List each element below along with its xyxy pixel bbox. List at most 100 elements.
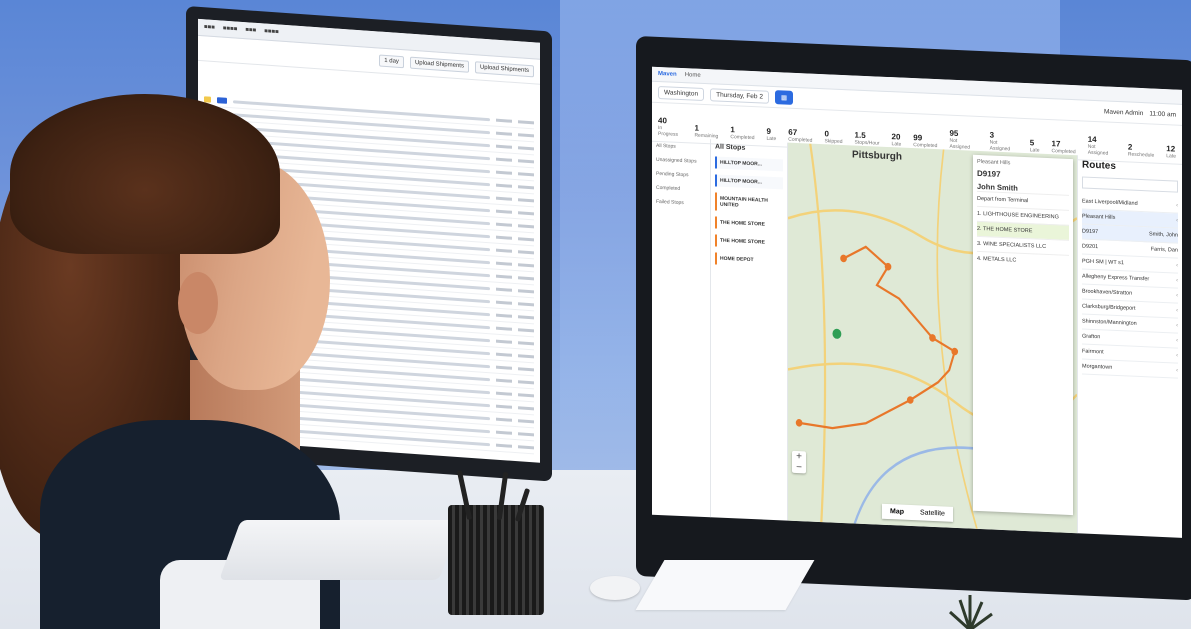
nav-item[interactable]: Unassigned Stops <box>656 157 706 165</box>
row-value <box>496 391 512 396</box>
row-value <box>518 236 534 241</box>
toolbar-button-upload-2[interactable]: Upload Shipments <box>474 61 534 78</box>
route-detail-code: D9197 <box>977 168 1001 179</box>
stat-item: 20 Late <box>892 132 902 147</box>
clock-readout: 11:00 am <box>1149 109 1176 119</box>
route-name: D9197 <box>1082 228 1099 236</box>
row-value <box>518 405 534 410</box>
stat-value: 5 <box>1029 138 1035 148</box>
stat-item: 0 Skipped <box>824 129 842 145</box>
toolbar-button-range[interactable]: 1 day <box>379 54 404 69</box>
route-name: East Liverpool/Midland <box>1082 198 1138 207</box>
chevron-right-icon: ‹ <box>1176 292 1178 299</box>
stop-card-name: THE HOME STORE <box>720 219 765 228</box>
route-stop-item[interactable]: 4. METALS LLC <box>977 250 1069 270</box>
nav-item[interactable]: Failed Stops <box>656 199 706 207</box>
row-value <box>496 326 512 331</box>
row-value <box>496 144 512 149</box>
stat-item: 5 Late <box>1030 138 1040 153</box>
row-value <box>496 222 512 227</box>
nav-item[interactable]: Completed <box>656 185 706 193</box>
zoom-out-icon[interactable]: − <box>792 462 806 474</box>
route-name: D9201 <box>1082 243 1099 251</box>
row-value <box>518 327 534 332</box>
row-value <box>496 235 512 240</box>
row-value <box>518 366 534 371</box>
stop-card[interactable]: THE HOME STORE <box>715 234 783 250</box>
row-value <box>518 353 534 358</box>
right-monitor-screen: Maven Home Washington Thursday, Feb 2 ▦ … <box>652 66 1182 538</box>
row-value <box>518 301 534 306</box>
row-value <box>518 210 534 215</box>
row-value <box>496 313 512 318</box>
dispatch-workspace: All Stops Unassigned Stops Pending Stops Co… <box>652 136 1182 538</box>
nav-item[interactable]: Pending Stops <box>656 171 706 179</box>
apply-filter-button[interactable]: ▦ <box>774 90 794 105</box>
row-value <box>496 300 512 305</box>
map-type-toggle: Map Satellite <box>882 503 953 522</box>
row-value <box>496 365 512 370</box>
row-value <box>518 392 534 397</box>
route-name: Grafton <box>1082 333 1101 341</box>
pen-holder <box>448 505 544 615</box>
row-value <box>496 248 512 253</box>
routes-panel: Routes East Liverpool/Midland ‹ Pleasant H… <box>1077 155 1182 538</box>
row-value <box>518 158 534 163</box>
route-row[interactable]: Morgantown ‹ <box>1082 359 1178 379</box>
row-value <box>518 184 534 189</box>
user-menu[interactable]: Maven Admin <box>1104 108 1143 117</box>
row-value <box>496 209 512 214</box>
stop-card-name: HILLTOP MOOR... <box>720 177 762 186</box>
toolbar-button-upload-1[interactable]: Upload Shipments <box>409 56 469 73</box>
row-value <box>496 261 512 266</box>
stops-list-title: All Stops <box>715 143 746 152</box>
stop-card[interactable]: HILLTOP MOOR... <box>715 156 783 172</box>
app-tab-home[interactable]: Home <box>685 72 701 79</box>
row-value <box>518 119 534 124</box>
computer-mouse <box>590 576 640 600</box>
stat-label: Not Assigned <box>989 139 1011 153</box>
chevron-right-icon: ‹ <box>1176 217 1178 224</box>
route-detail-area: Pleasant Hills <box>977 158 1011 167</box>
right-monitor: Maven Home Washington Thursday, Feb 2 ▦ … <box>636 36 1191 601</box>
region-select[interactable]: Washington <box>658 85 705 101</box>
route-detail-panel: Pleasant Hills D9197 John Smith Depart f… <box>973 154 1073 516</box>
route-name: Allegheny Express Transfer <box>1082 273 1150 283</box>
chevron-right-icon: ‹ <box>1176 307 1178 314</box>
stop-card[interactable]: HILLTOP MOOR... <box>715 174 783 190</box>
stop-card-name: THE HOME STORE <box>720 237 765 246</box>
stat-item: 95 Not Assigned <box>949 129 977 151</box>
route-map[interactable]: Pittsburgh + − Map Satellite Pleasant Hi… <box>788 142 1077 534</box>
zoom-in-icon[interactable]: + <box>792 451 806 463</box>
stop-card[interactable]: HOME DEPOT <box>715 252 783 268</box>
row-value <box>518 314 534 319</box>
date-picker[interactable]: Thursday, Feb 2 <box>710 87 769 104</box>
row-value <box>496 430 512 435</box>
route-name: Fairmont <box>1082 348 1104 356</box>
routes-search-input[interactable] <box>1082 176 1178 193</box>
row-value <box>518 223 534 228</box>
office-scene: ■■■ ■■■■ ■■■ ■■■■ 1 day Upload Shipments Up… <box>0 0 1191 629</box>
route-name: Brookhaven/Stratton <box>1082 288 1133 297</box>
row-value <box>518 444 534 449</box>
stat-label: Not Assigned <box>949 137 971 151</box>
map-type-satellite[interactable]: Satellite <box>912 505 953 522</box>
row-value <box>518 275 534 280</box>
map-type-map[interactable]: Map <box>882 504 912 520</box>
map-zoom-controls[interactable]: + − <box>792 450 806 474</box>
chevron-right-icon: ‹ <box>1176 352 1178 359</box>
row-value <box>518 249 534 254</box>
stops-list: All Stops HILLTOP MOOR... HILLTOP MOOR...… <box>711 139 788 521</box>
paper-sheet <box>635 560 815 610</box>
stop-card-name: HOME DEPOT <box>720 255 754 264</box>
row-value <box>496 287 512 292</box>
row-value <box>496 378 512 383</box>
row-value <box>496 196 512 201</box>
stop-card[interactable]: THE HOME STORE <box>715 216 783 232</box>
nav-item[interactable]: All Stops <box>656 143 706 151</box>
stat-label: In Progress <box>658 124 679 138</box>
person-hair-top <box>10 94 280 254</box>
stop-card[interactable]: MOUNTAIN HEALTH UNITED <box>715 192 783 214</box>
row-value <box>496 131 512 136</box>
route-name: Pleasant Hills <box>1082 213 1116 221</box>
